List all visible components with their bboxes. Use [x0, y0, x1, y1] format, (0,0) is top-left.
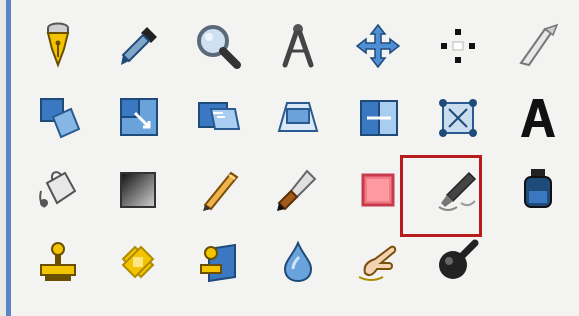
ink-tool-button[interactable]: [498, 154, 578, 226]
empty-slot: [498, 226, 578, 298]
bucket-fill-tool-button[interactable]: [18, 154, 98, 226]
move-arrows-icon: [355, 23, 401, 69]
gradient-icon: [120, 172, 156, 208]
text-a-icon: [521, 99, 555, 137]
measure-tool-button[interactable]: [258, 10, 338, 82]
flip-tool-button[interactable]: [338, 82, 418, 154]
ink-bottle-icon: [524, 169, 552, 208]
rotate-tool-button[interactable]: [18, 82, 98, 154]
bucket-icon: [39, 171, 77, 208]
scale-icon: [120, 98, 158, 136]
drop-icon: [283, 240, 313, 283]
shear-tool-button[interactable]: [178, 82, 258, 154]
perspective-tool-button[interactable]: [258, 82, 338, 154]
flip-icon: [360, 100, 398, 136]
finger-icon: [358, 245, 397, 281]
perspective-icon: [277, 102, 319, 132]
eyedropper-icon: [121, 27, 157, 65]
knife-icon: [519, 23, 559, 67]
alignment-tool-button[interactable]: [418, 10, 498, 82]
rotate-icon: [40, 98, 81, 139]
color-picker-tool-button[interactable]: [98, 10, 178, 82]
scale-tool-button[interactable]: [98, 82, 178, 154]
align-icon: [441, 29, 475, 63]
move-tool-button[interactable]: [338, 10, 418, 82]
brush-icon: [277, 169, 317, 211]
perspective-clone-tool-button[interactable]: [178, 226, 258, 298]
magnifier-icon: [197, 25, 241, 69]
toolbox-panel: [0, 0, 579, 316]
blend-tool-button[interactable]: [98, 154, 178, 226]
tool-grid: [18, 10, 578, 298]
pencil-tool-button[interactable]: [178, 154, 258, 226]
healing-tool-button[interactable]: [98, 226, 178, 298]
bandage-icon: [121, 245, 155, 279]
panel-edge: [0, 0, 11, 316]
perspective-stamp-icon: [200, 243, 236, 283]
stamp-icon: [40, 242, 76, 281]
shear-icon: [198, 102, 241, 130]
zoom-tool-button[interactable]: [178, 10, 258, 82]
crop-tool-button[interactable]: [498, 10, 578, 82]
dodge-icon: [439, 239, 479, 279]
pen-nib-icon: [46, 22, 70, 68]
blur-sharpen-tool-button[interactable]: [258, 226, 338, 298]
paintbrush-tool-button[interactable]: [258, 154, 338, 226]
cage-icon: [439, 99, 477, 137]
compass-icon: [282, 24, 314, 68]
text-tool-button[interactable]: [498, 82, 578, 154]
paths-tool-button[interactable]: [18, 10, 98, 82]
pencil-icon: [203, 171, 239, 211]
selected-tool-highlight: [400, 155, 482, 237]
cage-transform-tool-button[interactable]: [418, 82, 498, 154]
clone-tool-button[interactable]: [18, 226, 98, 298]
eraser-icon: [361, 173, 395, 207]
